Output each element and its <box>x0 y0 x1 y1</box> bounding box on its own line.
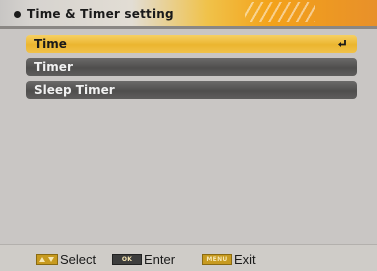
menu-item-timer[interactable]: Timer <box>26 58 357 76</box>
osd-screen: Time & Timer setting Time Timer Sleep Ti… <box>0 0 377 271</box>
header-bar: Time & Timer setting <box>0 0 377 26</box>
menu-item-time[interactable]: Time <box>26 35 357 53</box>
menu-key-icon: MENU <box>202 253 232 265</box>
header-decoration <box>245 2 315 22</box>
title-wrap: Time & Timer setting <box>14 5 174 23</box>
menu-item-sleep-timer[interactable]: Sleep Timer <box>26 81 357 99</box>
hint-label: Exit <box>234 251 256 267</box>
page-title: Time & Timer setting <box>27 7 174 21</box>
footer-hint-bar: Select OK Enter MENU Exit <box>0 244 377 271</box>
ok-key-icon: OK <box>112 253 142 265</box>
key-text: OK <box>121 255 133 263</box>
header-divider <box>0 26 377 29</box>
menu-item-label: Timer <box>34 60 73 74</box>
menu-list: Time Timer Sleep Timer <box>26 35 357 104</box>
hint-enter: OK Enter <box>112 251 175 267</box>
hint-exit: MENU Exit <box>202 251 256 267</box>
hint-select: Select <box>36 251 96 267</box>
menu-item-label: Sleep Timer <box>34 83 115 97</box>
hint-label: Select <box>60 251 97 267</box>
hint-label: Enter <box>144 251 176 267</box>
arrow-keys-icon <box>36 253 58 265</box>
circle-bullet-icon <box>14 10 21 18</box>
arrow-glyphs-icon <box>39 256 54 262</box>
menu-item-label: Time <box>34 37 67 51</box>
key-text: MENU <box>206 255 228 263</box>
enter-return-icon <box>338 40 346 47</box>
